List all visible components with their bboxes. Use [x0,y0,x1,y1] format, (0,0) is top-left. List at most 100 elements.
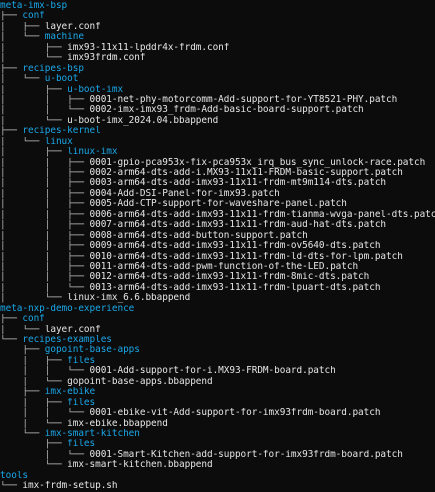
tree-connector: │ │ ├── [0,199,90,210]
tree-file-row: │ │ └── 0001-ebike-vit-Add-support-for-i… [0,408,435,418]
tree-directory-row: ├── conf [0,314,435,324]
tree-file-row: │ ├── imx93-11x11-lpddr4x-frdm.conf [0,43,435,53]
directory-name: recipes-bsp [22,63,84,74]
tree-connector: │ └── [0,376,68,387]
directory-name: imx-smart-kitchen [44,428,140,439]
terminal-output: meta-imx-bsp ├── conf │ ├── layer.conf │ └─… [0,0,435,491]
tree-directory-row: │ ├── u-boot-imx [0,85,435,95]
file-name: 0004-Add-DSI-Panel-for-imx93.patch [89,188,280,199]
tree-connector: │ │ ├── [0,241,90,252]
tree-file-row: │ │ ├── 0008-arm64-dts-add-button-suppor… [0,231,435,241]
file-name: imx93-11x11-lpddr4x-frdm.conf [67,42,230,53]
tree-connector: │ │ └── [0,105,90,116]
file-name: 0011-arm64-dts-add-pwm-function-of-the-L… [89,261,359,272]
tree-connector: │ │ ├── [0,251,90,262]
file-name: 0008-arm64-dts-add-button-support.patch [89,230,308,241]
file-name: 0001-net-phy-motorcomm-Add-support-for-Y… [89,94,398,105]
tree-connector: │ └── [0,293,68,304]
tree-connector: │ │ ├── [0,272,90,283]
tree-connector: ├── [0,11,23,22]
tree-file-row: │ │ ├── 0010-arm64-dts-add-imx93-11x11-f… [0,252,435,262]
directory-name: meta-nxp-demo-experience [0,303,135,314]
tree-connector: ├── [0,126,23,137]
tree-connector: │ └── [0,53,68,64]
tree-file-row: │ └── gopoint-base-apps.bbappend [0,377,435,387]
tree-file-row: │ │ ├── 0007-arm64-dts-add-imx93-11x11-f… [0,220,435,230]
tree-directory-row: ├── files [0,439,435,449]
tree-file-row: │ └── imx-ebike.bbappend [0,419,435,429]
tree-connector: │ └── [0,449,90,460]
tree-connector: │ └── [0,115,68,126]
tree-directory-row: │ └── machine [0,32,435,42]
tree-directory-row: ├── recipes-kernel [0,126,435,136]
tree-directory-row: │ ├── linux-imx [0,147,435,157]
tree-connector: │ │ ├── [0,261,90,272]
tree-connector: │ └── [0,418,68,429]
tree-connector: │ │ └── [0,282,90,293]
tree-connector: └── [0,481,23,492]
tree-file-row: │ │ └── 0013-arm64-dts-add-imx93-11x11-f… [0,283,435,293]
tree-directory-row: ├── gopoint-base-apps [0,345,435,355]
tree-connector: │ ├── [0,355,68,366]
tree-file-row: │ └── imx93frdm.conf [0,53,435,63]
directory-name: linux [44,136,73,147]
tree-connector: │ │ ├── [0,209,90,220]
tree-directory-row: │ └── u-boot [0,74,435,84]
tree-connector: ├── [0,314,23,325]
tree-connector: │ ├── [0,21,45,32]
tree-file-row: │ │ ├── 0003-arm64-dts-add-imx93-11x11-f… [0,178,435,188]
tree-file-row: │ │ ├── 0001-gpio-pca953x-fix-pca953x_ir… [0,158,435,168]
file-name: 0007-arm64-dts-add-imx93-11x11-frdm-aud-… [89,220,387,231]
tree-file-row: │ └── 0001-Smart-Kitchen-add-support-for… [0,450,435,460]
directory-name: recipes-kernel [22,126,101,137]
tree-directory-row: └── imx-smart-kitchen [0,429,435,439]
tree-connector: │ └── [0,324,45,335]
directory-name: files [67,397,96,408]
tree-file-row: │ │ ├── 0004-Add-DSI-Panel-for-imx93.pat… [0,189,435,199]
directory-name: linux-imx [67,147,118,158]
directory-name: meta-imx-bsp [0,1,68,11]
tree-file-row: │ │ ├── 0002-arm64-dts-add-i.MX93-11x11-… [0,168,435,178]
directory-name: conf [22,11,45,22]
tree-connector: │ │ ├── [0,230,90,241]
file-name: 0002-arm64-dts-add-i.MX93-11x11-FRDM-bas… [89,168,403,178]
tree-file-row: └── imx-smart-kitchen.bbappend [0,460,435,470]
file-name: u-boot-imx_2024.04.bbappend [67,115,219,126]
tree-directory-row: meta-nxp-demo-experience [0,304,435,314]
directory-name: machine [44,32,84,43]
file-name: 0010-arm64-dts-add-imx93-11x11-frdm-ld-d… [89,251,403,262]
tree-file-row: │ │ ├── 0012-arm64-dts-add-imx93-11x11-f… [0,272,435,282]
file-name: 0013-arm64-dts-add-imx93-11x11-frdm-lpua… [89,282,381,293]
tree-directory-row: └── recipes-examples [0,335,435,345]
file-name: layer.conf [44,21,101,32]
tree-connector: ├── [0,345,45,356]
tree-file-row: │ │ ├── 0009-arm64-dts-add-imx93-11x11-f… [0,241,435,251]
tree-file-row: │ │ └── 0002-imx-imx93_frdm-Add-basic-bo… [0,105,435,115]
tree-connector: │ ├── [0,147,68,158]
directory-name: recipes-examples [22,335,112,345]
tree-connector: │ └── [0,74,45,85]
file-name: 0001-ebike-vit-Add-support-for-imx93frdm… [89,408,381,419]
file-name: 0001-Smart-Kitchen-add-support-for-imx93… [89,449,403,460]
tree-directory-row: │ └── linux [0,137,435,147]
tree-directory-row: │ ├── files [0,398,435,408]
tree-file-row: └── imx-frdm-setup.sh [0,481,435,491]
tree-directory-row: │ ├── files [0,356,435,366]
tree-connector: ├── [0,439,68,450]
tree-directory-row: ├── conf [0,11,435,21]
tree-file-row: │ ├── layer.conf [0,22,435,32]
tree-file-row: │ │ ├── 0006-arm64-dts-add-imx93-11x11-f… [0,210,435,220]
tree-file-row: │ └── u-boot-imx_2024.04.bbappend [0,116,435,126]
tree-connector: ├── [0,387,45,398]
file-name: imx-ebike.bbappend [67,418,168,429]
tree-directory-row: ├── recipes-bsp [0,64,435,74]
file-name: 0005-Add-CTP-support-for-waveshare-panel… [89,199,347,210]
file-name: 0006-arm64-dts-add-imx93-11x11-frdm-tian… [89,209,435,220]
tree-connector: │ │ ├── [0,168,90,178]
tree-connector: └── [0,460,68,471]
file-name: imx-frdm-setup.sh [22,481,118,492]
tree-file-row: │ │ └── 0001-Add-support-for-i.MX93-FRDM… [0,366,435,376]
tree-file-row: │ │ ├── 0005-Add-CTP-support-for-wavesha… [0,199,435,209]
tree-connector: │ │ └── [0,366,90,377]
tree-file-row: │ │ ├── 0001-net-phy-motorcomm-Add-suppo… [0,95,435,105]
